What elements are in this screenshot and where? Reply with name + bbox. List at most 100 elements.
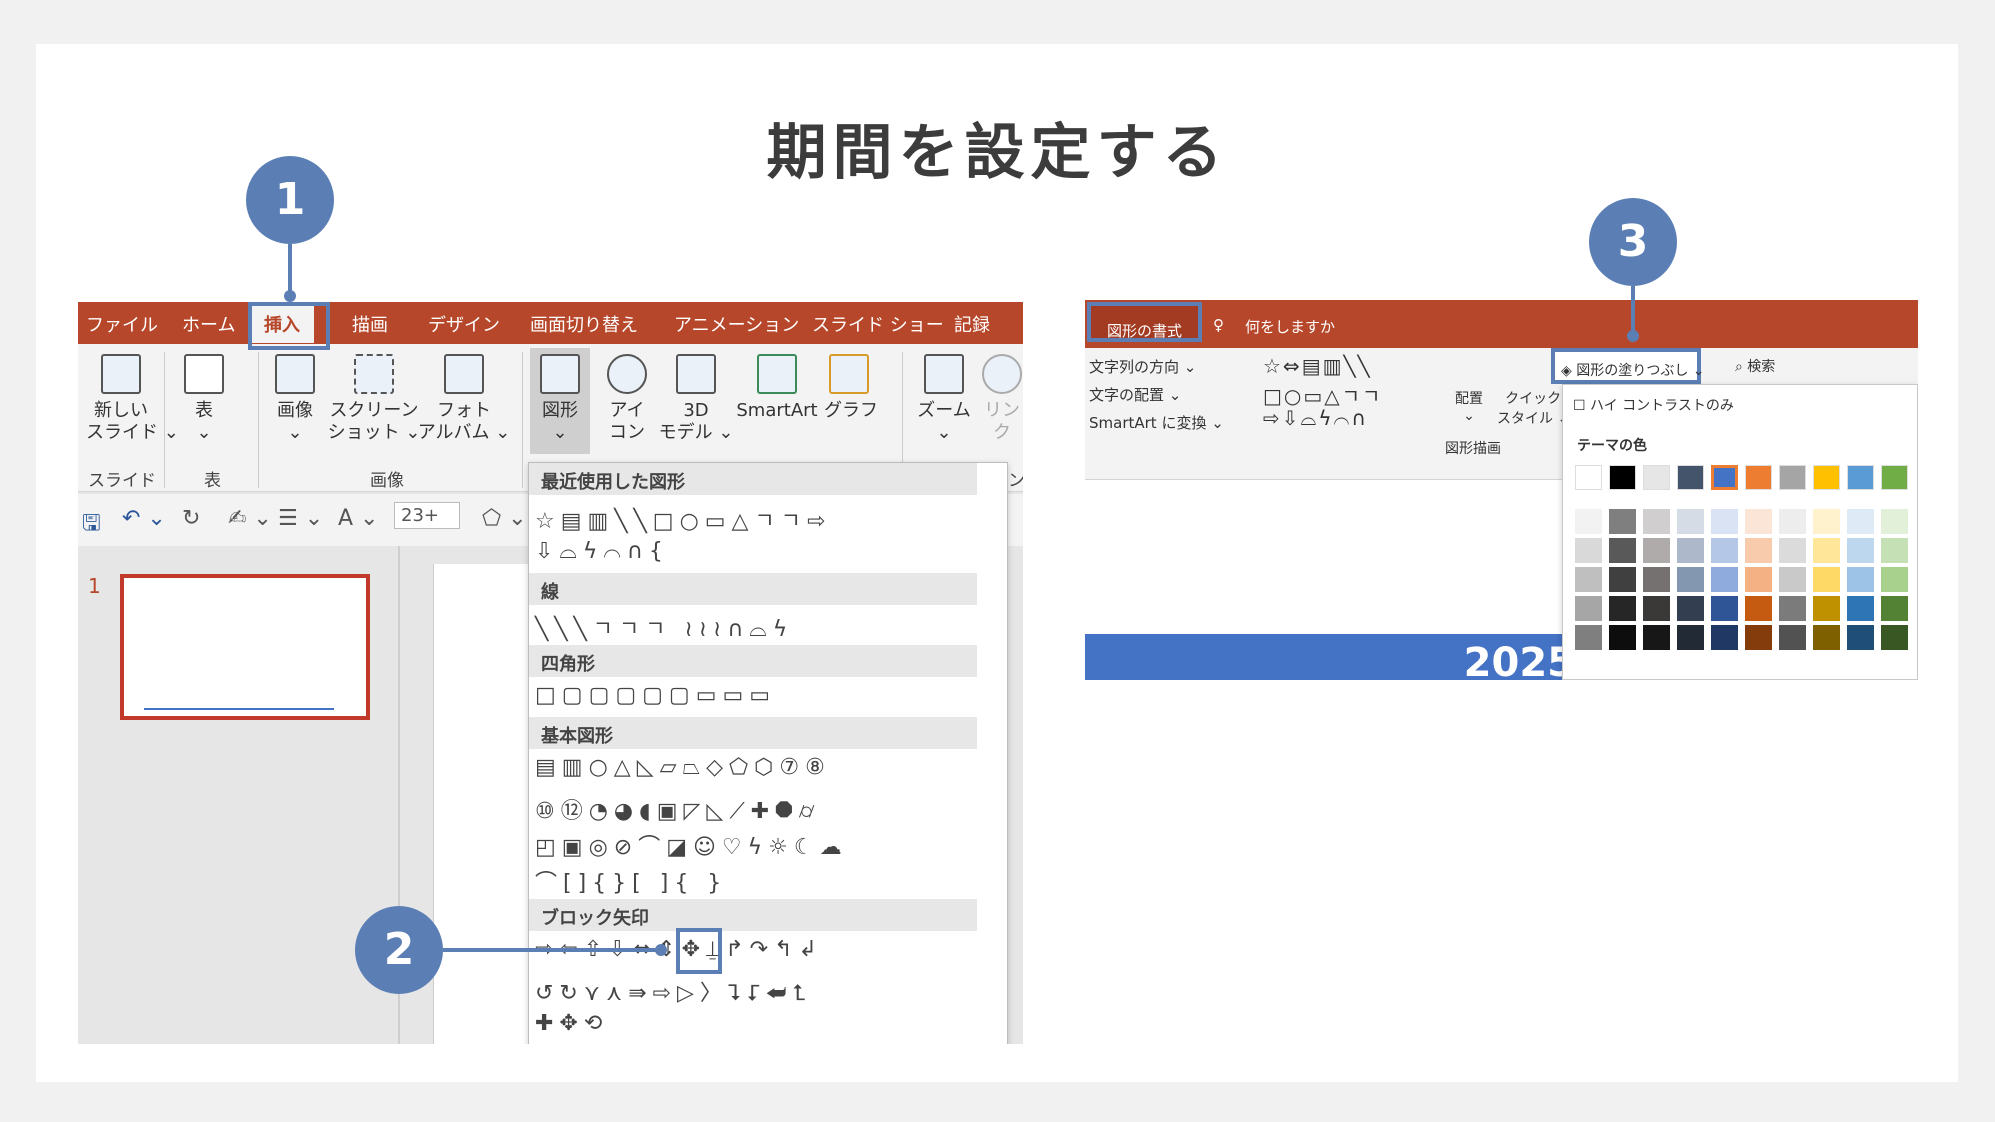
shade-color-swatch[interactable] bbox=[1881, 596, 1908, 621]
shade-color-swatch[interactable] bbox=[1881, 509, 1908, 534]
shade-color-swatch[interactable] bbox=[1643, 538, 1670, 563]
theme-color-swatch[interactable] bbox=[1813, 465, 1840, 490]
convert-smartart-button[interactable]: SmartArt に変換 ⌄ bbox=[1089, 412, 1224, 433]
tab-animations[interactable]: アニメーション bbox=[674, 311, 799, 337]
shade-color-swatch[interactable] bbox=[1677, 538, 1704, 563]
shade-color-swatch[interactable] bbox=[1575, 596, 1602, 621]
shade-color-swatch[interactable] bbox=[1745, 509, 1772, 534]
shade-color-swatch[interactable] bbox=[1881, 625, 1908, 650]
shade-color-swatch[interactable] bbox=[1847, 625, 1874, 650]
shape-glyphs-row[interactable]: □○▭△ㄱㄱ bbox=[1263, 380, 1382, 409]
smartart-button[interactable]: SmartArt bbox=[732, 354, 822, 422]
shapes-row[interactable]: ╲╲╲ㄱㄱㄱ ≀≀≀∩⌓ϟ bbox=[535, 611, 793, 643]
theme-color-swatch[interactable] bbox=[1575, 465, 1602, 490]
shapes-button[interactable]: 図形 ⌄ bbox=[530, 348, 590, 454]
shade-color-swatch[interactable] bbox=[1677, 596, 1704, 621]
shade-color-swatch[interactable] bbox=[1711, 596, 1738, 621]
shade-color-swatch[interactable] bbox=[1711, 567, 1738, 592]
redo-icon[interactable]: ↻ bbox=[182, 506, 200, 531]
shade-color-swatch[interactable] bbox=[1779, 596, 1806, 621]
shade-color-swatch[interactable] bbox=[1847, 509, 1874, 534]
shade-color-swatch[interactable] bbox=[1575, 567, 1602, 592]
theme-color-swatch[interactable] bbox=[1711, 465, 1738, 490]
arrange-button[interactable]: 配置 ⌄ bbox=[1455, 388, 1483, 424]
photo-album-button[interactable]: フォト アルバム ⌄ bbox=[416, 354, 512, 444]
shade-color-swatch[interactable] bbox=[1609, 596, 1636, 621]
shapes-row[interactable]: ✚✥⟲ bbox=[535, 1011, 608, 1036]
shape-icon[interactable]: ⬠ ⌄ bbox=[482, 506, 527, 531]
shade-color-swatch[interactable] bbox=[1711, 509, 1738, 534]
shade-color-swatch[interactable] bbox=[1643, 596, 1670, 621]
text-direction-button[interactable]: 文字列の方向 ⌄ bbox=[1089, 356, 1196, 377]
theme-color-swatch[interactable] bbox=[1881, 465, 1908, 490]
tab-home[interactable]: ホーム bbox=[182, 311, 235, 337]
tab-design[interactable]: デザイン bbox=[428, 311, 500, 337]
shade-color-swatch[interactable] bbox=[1609, 538, 1636, 563]
format-painter-icon[interactable]: ✍ ⌄ bbox=[228, 506, 272, 531]
quick-styles-button[interactable]: クイック スタイル ⌄ bbox=[1497, 388, 1569, 428]
shade-color-swatch[interactable] bbox=[1643, 567, 1670, 592]
new-slide-button[interactable]: 新しい スライド ⌄ bbox=[86, 354, 179, 444]
shade-color-swatch[interactable] bbox=[1677, 509, 1704, 534]
3d-model-button[interactable]: 3D モデル ⌄ bbox=[656, 354, 736, 444]
shapes-row[interactable]: ⇩⌓ϟ⌒∩{ bbox=[535, 539, 669, 564]
theme-color-swatch[interactable] bbox=[1643, 465, 1670, 490]
theme-color-swatch[interactable] bbox=[1677, 465, 1704, 490]
shade-color-swatch[interactable] bbox=[1813, 596, 1840, 621]
shapes-row[interactable]: ↺↻⋎⋏⇛⇨▷〉⮧⮦⮨⮤ bbox=[535, 975, 811, 1007]
shapes-row[interactable]: ☆▤▥╲╲□○▭△ㄱㄱ⇨ bbox=[535, 503, 831, 535]
shade-color-swatch[interactable] bbox=[1847, 567, 1874, 592]
high-contrast-checkbox[interactable]: ☐ ハイ コントラストのみ bbox=[1573, 395, 1734, 415]
shade-color-swatch[interactable] bbox=[1745, 596, 1772, 621]
shade-color-swatch[interactable] bbox=[1609, 509, 1636, 534]
theme-color-swatch[interactable] bbox=[1745, 465, 1772, 490]
save-icon[interactable]: 🖫 bbox=[82, 506, 101, 544]
shade-color-swatch[interactable] bbox=[1813, 567, 1840, 592]
shapes-row[interactable]: ⌒[]{}[ ]{ } bbox=[535, 865, 727, 897]
shade-color-swatch[interactable] bbox=[1643, 509, 1670, 534]
shade-color-swatch[interactable] bbox=[1745, 538, 1772, 563]
tab-draw[interactable]: 描画 bbox=[352, 311, 388, 337]
shade-color-swatch[interactable] bbox=[1881, 567, 1908, 592]
shade-color-swatch[interactable] bbox=[1779, 509, 1806, 534]
picture-button[interactable]: 画像 ⌄ bbox=[270, 354, 320, 444]
shade-color-swatch[interactable] bbox=[1881, 538, 1908, 563]
shade-color-swatch[interactable] bbox=[1779, 538, 1806, 563]
shade-color-swatch[interactable] bbox=[1711, 625, 1738, 650]
tab-transitions[interactable]: 画面切り替え bbox=[530, 311, 638, 337]
tab-file[interactable]: ファイル bbox=[86, 311, 158, 337]
bullets-icon[interactable]: ☰ ⌄ bbox=[278, 506, 323, 531]
shape-fill-button[interactable]: ◈ 図形の塗りつぶし ⌄ bbox=[1551, 348, 1705, 384]
font-size-field[interactable]: 23+ bbox=[394, 502, 460, 529]
screenshot-button[interactable]: スクリーン ショット ⌄ bbox=[326, 354, 422, 444]
shade-color-swatch[interactable] bbox=[1813, 538, 1840, 563]
shape-glyphs-row[interactable]: ⇨⇩⌓ϟ⌒∩ bbox=[1263, 406, 1368, 430]
slide-thumbnail[interactable] bbox=[120, 574, 370, 720]
chart-button[interactable]: グラフ bbox=[824, 354, 878, 422]
shapes-row[interactable]: ◰▣◎⊘⌒◪☺♡ϟ☼☾☁ bbox=[535, 829, 848, 861]
shade-color-swatch[interactable] bbox=[1643, 625, 1670, 650]
theme-color-swatch[interactable] bbox=[1609, 465, 1636, 490]
shade-color-swatch[interactable] bbox=[1779, 625, 1806, 650]
table-button[interactable]: 表 ⌄ bbox=[174, 354, 234, 444]
shade-color-swatch[interactable] bbox=[1847, 596, 1874, 621]
font-color-icon[interactable]: A ⌄ bbox=[338, 506, 378, 531]
align-text-button[interactable]: 文字の配置 ⌄ bbox=[1089, 384, 1181, 405]
shade-color-swatch[interactable] bbox=[1575, 509, 1602, 534]
shade-color-swatch[interactable] bbox=[1677, 567, 1704, 592]
shade-color-swatch[interactable] bbox=[1677, 625, 1704, 650]
shade-color-swatch[interactable] bbox=[1847, 538, 1874, 563]
theme-color-swatch[interactable] bbox=[1847, 465, 1874, 490]
shade-color-swatch[interactable] bbox=[1813, 625, 1840, 650]
undo-icon[interactable]: ↶ ⌄ bbox=[122, 506, 166, 531]
shade-color-swatch[interactable] bbox=[1813, 509, 1840, 534]
search-button[interactable]: ⌕ 検索 bbox=[1735, 356, 1775, 376]
zoom-button[interactable]: ズーム ⌄ bbox=[916, 354, 972, 444]
shapes-row[interactable]: ⑩⑫◔◕◖▣◸◺⟋✚⯃⌭ bbox=[535, 793, 821, 825]
shapes-row[interactable]: ▤▥○△◺▱⏢◇⬠⬡⑦⑧ bbox=[535, 755, 831, 780]
shape-glyphs-row[interactable]: ☆⇔▤▥╲╲ bbox=[1263, 354, 1372, 378]
shade-color-swatch[interactable] bbox=[1609, 567, 1636, 592]
shade-color-swatch[interactable] bbox=[1609, 625, 1636, 650]
shade-color-swatch[interactable] bbox=[1745, 567, 1772, 592]
tab-shape-format[interactable]: 図形の書式 bbox=[1087, 302, 1203, 342]
